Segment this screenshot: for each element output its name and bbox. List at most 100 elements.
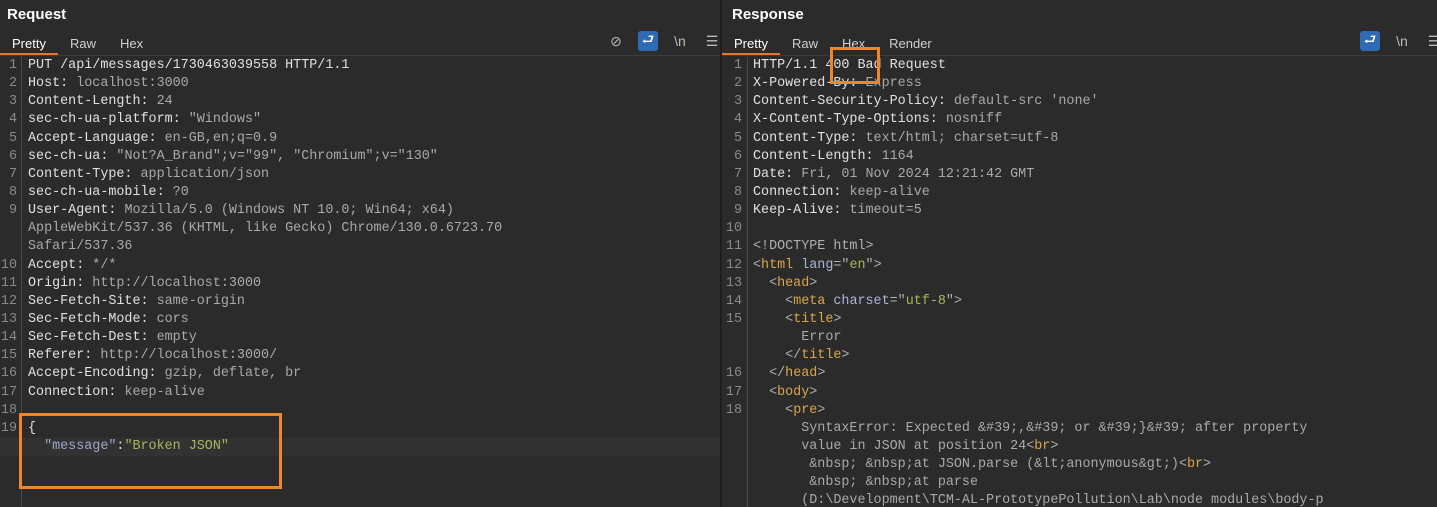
code-token: Host: bbox=[28, 76, 77, 92]
code-token: html bbox=[761, 257, 794, 273]
code-line: 14 Sec-Fetch-Dest: empty bbox=[0, 329, 720, 347]
line-number: 5 bbox=[8, 130, 17, 146]
code-token: en bbox=[849, 257, 866, 273]
code-token: localhost:3000 bbox=[76, 76, 189, 92]
request-tabs: Pretty Raw Hex bbox=[0, 33, 155, 55]
code-token: http://localhost:3000/ bbox=[100, 348, 278, 364]
line-number: 18 bbox=[725, 402, 742, 418]
code-token: X-Content-Type-Options: bbox=[753, 112, 946, 128]
code-token: > bbox=[817, 402, 826, 418]
code-line: 11 Origin: http://localhost:3000 bbox=[0, 275, 720, 293]
code-token: Content-Length: bbox=[28, 94, 157, 110]
code-line: 2 Host: localhost:3000 bbox=[0, 75, 720, 93]
wrap-icon[interactable]: ⮐ bbox=[638, 31, 658, 51]
code-line: SyntaxError: Expected &#39;,&#39; or &#3… bbox=[722, 420, 1437, 438]
code-token: br bbox=[1034, 438, 1051, 454]
code-token: </ bbox=[753, 366, 786, 382]
request-pane: Request Pretty Raw Hex ⊘ ⮐ \n ☰ 1 PUT /api/mes… bbox=[0, 0, 720, 507]
tab-raw[interactable]: Raw bbox=[780, 33, 830, 55]
line-number: 6 bbox=[733, 148, 742, 164]
code-token: ?0 bbox=[172, 184, 189, 200]
code-token: < bbox=[753, 384, 778, 400]
code-token: Content-Length: bbox=[753, 148, 882, 164]
code-line: 12 <html lang="en"> bbox=[722, 257, 1437, 275]
code-token: Content-Type: bbox=[753, 130, 866, 146]
code-token: gzip, deflate, br bbox=[164, 366, 302, 382]
tab-pretty[interactable]: Pretty bbox=[722, 33, 780, 55]
code-line: 4 sec-ch-ua-platform: "Windows" bbox=[0, 111, 720, 129]
code-token: head bbox=[785, 366, 818, 382]
code-token: &nbsp; &nbsp;at JSON.parse (&lt;anonymou… bbox=[753, 457, 1187, 473]
tab-render[interactable]: Render bbox=[877, 33, 944, 55]
line-number: 18 bbox=[0, 402, 17, 418]
response-title: Response bbox=[732, 6, 804, 23]
code-token: > bbox=[1050, 438, 1059, 454]
line-number: 15 bbox=[0, 348, 17, 364]
code-line: 16 </head> bbox=[722, 365, 1437, 383]
menu-icon[interactable]: ☰ bbox=[1424, 31, 1437, 51]
code-token: "> bbox=[945, 293, 962, 309]
code-token: default-src 'none' bbox=[953, 94, 1099, 110]
code-line: </title> bbox=[722, 347, 1437, 365]
code-token: Sec-Fetch-Site: bbox=[28, 293, 157, 309]
code-token: </ bbox=[753, 348, 802, 364]
code-line: 6 sec-ch-ua: "Not?A_Brand";v="99", "Chrom… bbox=[0, 148, 720, 166]
newline-icon[interactable]: \n bbox=[1392, 31, 1412, 51]
line-number: 9 bbox=[8, 203, 17, 219]
line-number: 7 bbox=[733, 166, 742, 182]
body-highlight-box bbox=[19, 413, 282, 489]
newline-icon[interactable]: \n bbox=[670, 31, 690, 51]
request-editor[interactable]: 1 PUT /api/messages/1730463039558 HTTP/1.… bbox=[0, 57, 720, 507]
code-token: lang bbox=[793, 257, 834, 273]
code-token: Content-Type: bbox=[28, 166, 141, 182]
wrap-icon[interactable]: ⮐ bbox=[1360, 31, 1380, 51]
line-number: 5 bbox=[733, 130, 742, 146]
response-editor[interactable]: 1 HTTP/1.1 400 Bad Request 2 X-Powered-By: … bbox=[722, 57, 1437, 507]
line-number: 13 bbox=[0, 311, 17, 327]
code-token: sec-ch-ua-mobile: bbox=[28, 184, 173, 200]
code-token: application/json bbox=[140, 166, 270, 182]
code-line: 9 Keep-Alive: timeout=5 bbox=[722, 202, 1437, 220]
request-title: Request bbox=[7, 6, 67, 23]
status-code-highlight-box bbox=[830, 47, 880, 84]
line-number: 3 bbox=[733, 94, 742, 110]
code-line: 15 <title> bbox=[722, 311, 1437, 329]
code-line: Safari/537.36 bbox=[0, 238, 720, 256]
code-line: 14 <meta charset="utf-8"> bbox=[722, 293, 1437, 311]
code-token: "Not?A_Brand";v="99", "Chromium";v="130" bbox=[116, 148, 438, 164]
code-line: Error bbox=[722, 329, 1437, 347]
tab-raw[interactable]: Raw bbox=[58, 33, 108, 55]
code-line: 4 X-Content-Type-Options: nosniff bbox=[722, 111, 1437, 129]
line-number: 7 bbox=[8, 166, 17, 182]
line-number: 12 bbox=[0, 293, 17, 309]
code-line: 17 Connection: keep-alive bbox=[0, 384, 720, 402]
line-number: 17 bbox=[725, 384, 742, 400]
eye-off-icon[interactable]: ⊘ bbox=[606, 31, 626, 51]
code-token: > bbox=[817, 366, 826, 382]
code-token: Content-Security-Policy: bbox=[753, 94, 954, 110]
line-number: 4 bbox=[8, 112, 17, 128]
code-line: 8 Connection: keep-alive bbox=[722, 184, 1437, 202]
code-token: Connection: bbox=[753, 184, 850, 200]
request-toolbar: ⊘ ⮐ \n ☰ bbox=[606, 31, 720, 51]
code-token: =" bbox=[889, 293, 906, 309]
code-token: Referer: bbox=[28, 348, 101, 364]
line-number: 13 bbox=[725, 275, 742, 291]
code-token: text/html; charset=utf-8 bbox=[865, 130, 1059, 146]
line-number: 9 bbox=[733, 203, 742, 219]
code-token: meta bbox=[793, 293, 826, 309]
code-token: Connection: bbox=[28, 384, 125, 400]
tab-pretty[interactable]: Pretty bbox=[0, 33, 58, 55]
line-number: 8 bbox=[8, 184, 17, 200]
tab-hex[interactable]: Hex bbox=[108, 33, 155, 55]
line-number: 14 bbox=[725, 293, 742, 309]
code-line: 17 <body> bbox=[722, 384, 1437, 402]
response-pane: Response Pretty Raw Hex Render ⮐ \n ☰ 1 HTTP/1… bbox=[722, 0, 1437, 507]
code-token: pre bbox=[793, 402, 818, 418]
line-number: 14 bbox=[0, 330, 17, 346]
menu-icon[interactable]: ☰ bbox=[702, 31, 720, 51]
code-line: 10 Accept: */* bbox=[0, 257, 720, 275]
code-token: Error bbox=[753, 330, 842, 346]
code-token: Mozilla/5.0 (Windows NT 10.0; Win64; x64… bbox=[124, 203, 454, 219]
line-number: 10 bbox=[725, 221, 742, 237]
